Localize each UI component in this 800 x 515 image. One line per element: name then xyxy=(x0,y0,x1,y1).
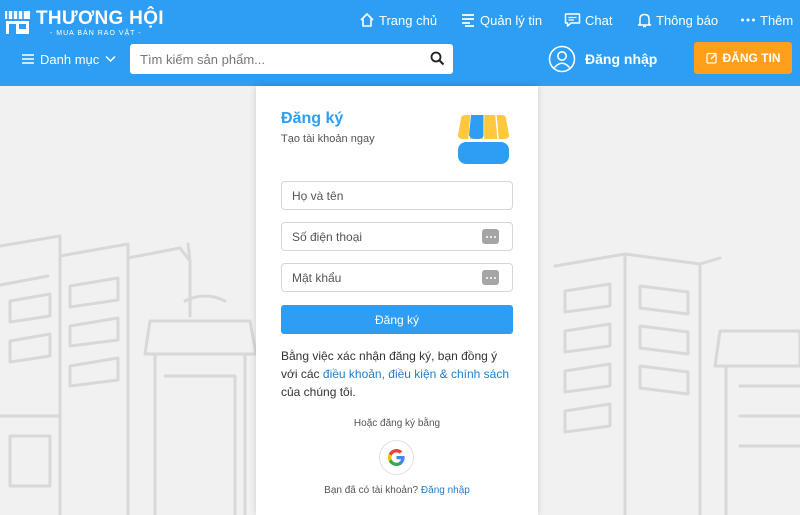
password-field xyxy=(281,263,513,292)
chat-icon xyxy=(564,13,581,27)
header-bar: THƯƠNG HỘI - MUA BÁN RAO VẶT - Trang chủ… xyxy=(0,0,800,86)
nav-home-label: Trang chủ xyxy=(379,12,438,28)
home-icon xyxy=(360,13,374,27)
nav-home[interactable]: Trang chủ xyxy=(359,10,437,30)
chevron-down-icon xyxy=(105,55,116,63)
password-manager-icon[interactable] xyxy=(482,270,499,285)
logo-subtitle: - MUA BÁN RAO VẶT - xyxy=(50,30,142,37)
nav-more[interactable]: Thêm xyxy=(740,10,793,30)
store-logo-icon xyxy=(5,11,30,34)
search-input[interactable] xyxy=(140,44,420,74)
nav-manage-posts-label: Quản lý tin xyxy=(480,12,543,28)
register-subtitle: Tạo tài khoản ngay xyxy=(281,133,375,145)
category-menu-label: Danh mục xyxy=(40,51,100,67)
terms-suffix: của chúng tôi. xyxy=(281,385,356,399)
register-card: Đăng ký Tạo tài khoản ngay Đăng ký Bằng … xyxy=(256,86,538,515)
register-submit-button[interactable]: Đăng ký xyxy=(281,305,513,334)
password-manager-icon[interactable] xyxy=(482,229,499,244)
user-avatar-icon xyxy=(548,45,576,73)
register-title: Đăng ký xyxy=(281,110,344,127)
search-icon[interactable] xyxy=(430,51,445,66)
terms-link[interactable]: điều khoản, điều kiện & chính sách xyxy=(323,367,509,381)
logo-title: THƯƠNG HỘI xyxy=(36,8,164,29)
nav-manage-posts[interactable]: Quản lý tin xyxy=(460,10,542,30)
search-box xyxy=(130,44,453,74)
post-ad-button[interactable]: ĐĂNG TIN xyxy=(694,42,792,74)
fullname-input[interactable] xyxy=(292,182,477,209)
nav-notifications-label: Thông báo xyxy=(656,12,719,28)
bell-icon xyxy=(637,13,652,28)
phone-field xyxy=(281,222,513,251)
nav-chat[interactable]: Chat xyxy=(564,10,612,30)
hamburger-icon xyxy=(22,54,34,64)
alt-signup-label: Hoặc đăng ký bằng xyxy=(353,418,441,429)
category-menu-button[interactable]: Danh mục xyxy=(22,50,116,68)
site-logo[interactable]: THƯƠNG HỘI - MUA BÁN RAO VẶT - xyxy=(2,4,164,38)
have-account-label: Bạn đã có tài khoản? xyxy=(324,485,419,496)
password-input[interactable] xyxy=(292,264,477,291)
fullname-field xyxy=(281,181,513,210)
nav-chat-label: Chat xyxy=(585,12,613,28)
phone-input[interactable] xyxy=(292,223,477,250)
post-ad-label: ĐĂNG TIN xyxy=(722,51,781,65)
header-login-label: Đăng nhập xyxy=(585,51,658,67)
google-signup-button[interactable] xyxy=(379,440,414,475)
nav-notifications[interactable]: Thông báo xyxy=(637,10,718,30)
edit-icon xyxy=(705,52,717,64)
login-link[interactable]: Đăng nhập xyxy=(421,485,470,496)
google-icon xyxy=(388,449,405,466)
nav-more-label: Thêm xyxy=(760,12,794,28)
manage-icon xyxy=(462,14,474,27)
store-mascot-icon xyxy=(458,114,509,164)
header-login-button[interactable]: Đăng nhập xyxy=(548,44,657,74)
terms-text: Bằng việc xác nhận đăng ký, bạn đồng ý v… xyxy=(281,347,517,401)
more-icon xyxy=(741,18,755,22)
have-account-text: Bạn đã có tài khoản? Đăng nhập xyxy=(256,485,538,496)
